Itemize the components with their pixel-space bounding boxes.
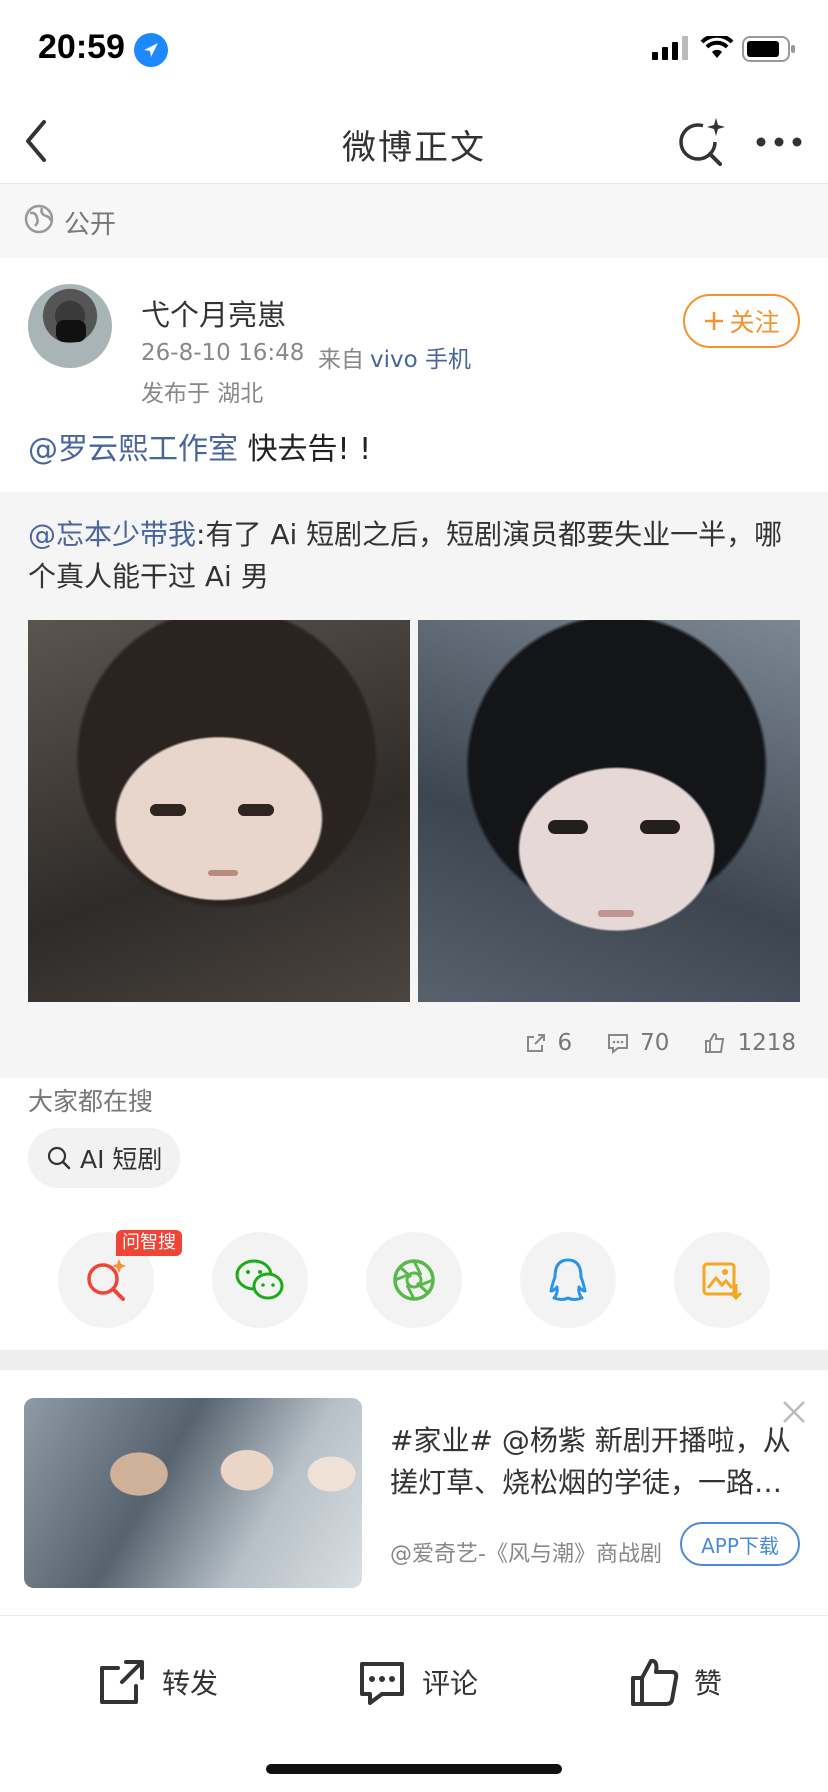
repost-button[interactable]: 转发	[96, 1656, 218, 1708]
qq-share-button[interactable]	[520, 1232, 616, 1328]
username[interactable]: 弋个月亮崽	[141, 292, 286, 334]
comment-label: 评论	[422, 1667, 479, 1700]
repost-count-value: 6	[557, 1030, 573, 1056]
ad-text[interactable]: #家业# @杨紫 新剧开播啦，从搓灯草、烧松烟的学徒，一路成为一代墨业宗师	[390, 1420, 800, 1504]
comment-icon	[608, 1034, 629, 1055]
signal-icon	[652, 36, 688, 60]
visibility-bar: 公开	[0, 184, 828, 258]
location-arrow-icon	[134, 33, 168, 67]
like-count-value: 1218	[737, 1030, 796, 1056]
qq-icon	[549, 1258, 587, 1301]
app-download-button[interactable]: APP下载	[680, 1522, 800, 1566]
wechat-share-button[interactable]	[212, 1232, 308, 1328]
ad-card[interactable]: #家业# @杨紫 新剧开播啦，从搓灯草、烧松烟的学徒，一路成为一代墨业宗师 @爱…	[0, 1370, 828, 1616]
wifi-icon	[700, 36, 734, 58]
thumbs-up-icon	[631, 1658, 679, 1706]
follow-button[interactable]: 关注	[683, 294, 800, 348]
ad-source[interactable]: @爱奇艺-《风与潮》商战剧	[390, 1536, 676, 1568]
post-image-2[interactable]	[418, 620, 800, 1002]
post-body: 快去告! !	[238, 432, 372, 467]
follow-label: 关注	[729, 308, 780, 337]
wenzhisou-badge: 问智搜	[116, 1230, 182, 1256]
repost-label: 转发	[162, 1667, 219, 1700]
share-icon	[526, 1034, 545, 1052]
like-button[interactable]: 赞	[628, 1656, 722, 1708]
comment-icon	[360, 1662, 404, 1705]
post-time: 26-8-10 16:48	[141, 340, 305, 366]
repost-icon	[100, 1660, 144, 1704]
search-icon	[47, 1146, 71, 1170]
comment-count-value: 70	[640, 1030, 670, 1056]
like-count[interactable]: 1218	[703, 1030, 796, 1056]
status-time: 20:59	[38, 28, 125, 66]
globe-icon	[24, 204, 54, 234]
status-bar: 20:59	[0, 0, 828, 100]
thumbs-up-icon	[705, 1032, 725, 1053]
post-device[interactable]: vivo 手机	[370, 340, 471, 374]
repost-text: @忘本少带我:有了 Ai 短剧之后，短剧演员都要失业一半，哪个真人能干过 Ai …	[28, 514, 798, 598]
home-indicator	[266, 1764, 562, 1774]
post-image-1[interactable]	[28, 620, 410, 1002]
ai-search-icon	[87, 1259, 126, 1301]
battery-icon	[742, 36, 795, 62]
save-image-share-button[interactable]	[674, 1232, 770, 1328]
save-image-icon	[702, 1262, 743, 1301]
post-from-label: 来自	[318, 347, 364, 373]
repost-count[interactable]: 6	[524, 1030, 573, 1056]
repost-card[interactable]: @忘本少带我:有了 Ai 短剧之后，短剧演员都要失业一半，哪个真人能干过 Ai …	[0, 492, 828, 1078]
avatar[interactable]	[28, 284, 112, 368]
post-mention[interactable]: @罗云熙工作室	[28, 432, 238, 467]
moments-share-button[interactable]	[366, 1232, 462, 1328]
plus-icon	[705, 312, 724, 330]
post-text: @罗云熙工作室 快去告! !	[28, 424, 371, 468]
search-sparkle-icon[interactable]	[678, 116, 726, 166]
post-location: 发布于 湖北	[141, 381, 264, 407]
comment-button[interactable]: 评论	[356, 1656, 478, 1708]
trending-search-chip[interactable]: AI 短剧	[28, 1128, 180, 1188]
wechat-icon	[235, 1259, 284, 1300]
repost-mention[interactable]: @忘本少带我	[28, 518, 196, 551]
trending-search-label: 大家都在搜	[28, 1087, 154, 1116]
like-label: 赞	[694, 1667, 723, 1700]
visibility-label: 公开	[64, 210, 117, 240]
comment-count[interactable]: 70	[606, 1030, 669, 1056]
repost-stats: 6 70 1218	[524, 1030, 796, 1056]
ad-image[interactable]	[24, 1398, 362, 1588]
moments-icon	[393, 1259, 435, 1301]
nav-bar: 微博正文	[0, 100, 828, 184]
trending-search-text: AI 短剧	[80, 1145, 163, 1174]
section-divider	[0, 1350, 828, 1370]
more-icon[interactable]	[756, 136, 802, 148]
